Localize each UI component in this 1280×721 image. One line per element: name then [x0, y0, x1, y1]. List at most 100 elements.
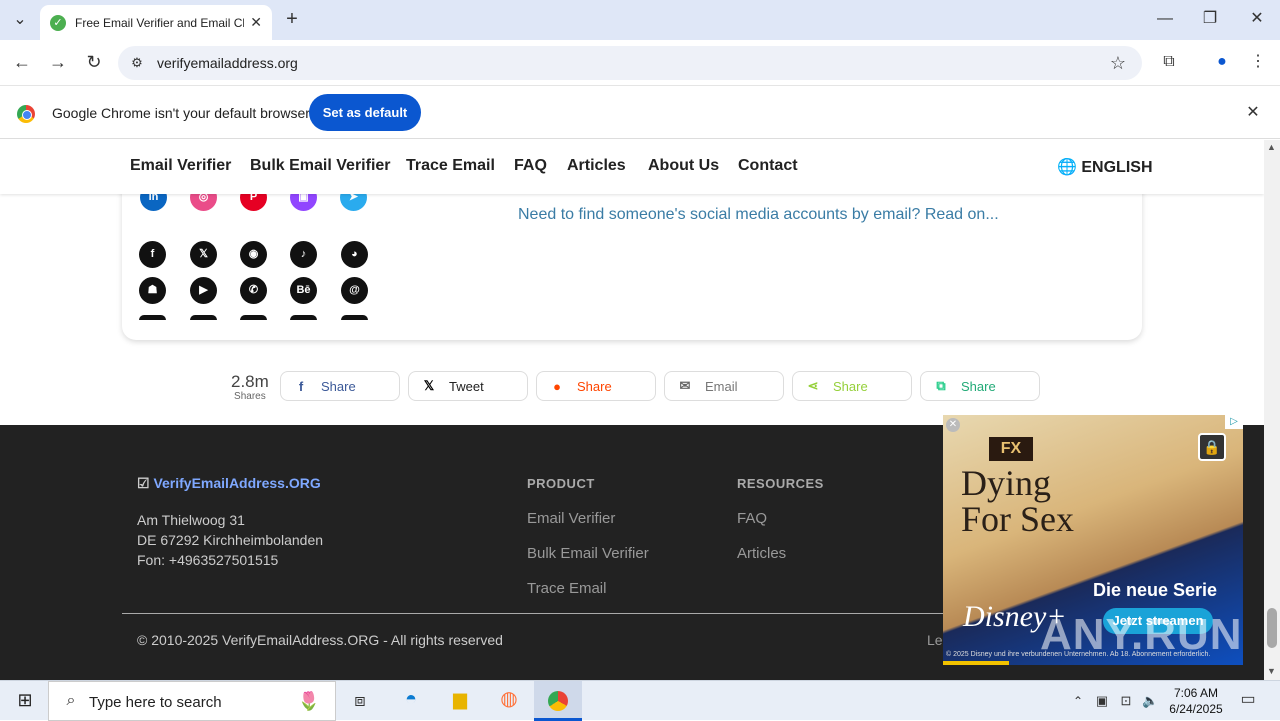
footer-link-faq[interactable]: FAQ [737, 510, 767, 527]
facebook-icon: f [298, 378, 304, 394]
footer-link-articles[interactable]: Articles [737, 545, 786, 562]
snapchat-icon[interactable]: ☗ [139, 277, 166, 304]
notifications-icon[interactable]: ▭ [1238, 690, 1258, 710]
footer-link-trace-email[interactable]: Trace Email [527, 580, 606, 597]
tab-close-icon[interactable]: ✕ [250, 14, 262, 31]
windows-start-icon[interactable]: ⊞ [14, 690, 36, 710]
firefox-icon[interactable]: ◍ [497, 689, 521, 709]
lock-icon: 🔒 [1198, 433, 1226, 461]
file-explorer-icon[interactable]: ▆ [448, 689, 472, 709]
threads-icon[interactable]: @ [341, 277, 368, 304]
reddit-share-button[interactable]: ● Share [536, 371, 656, 401]
read-on-link[interactable]: Need to find someone's social media acco… [518, 206, 999, 224]
chrome-logo-icon [17, 105, 35, 123]
edge-icon[interactable]: ◓ [399, 689, 423, 709]
site-info-icon[interactable]: ⚙ [128, 53, 146, 73]
ad-close-icon[interactable]: ✕ [946, 418, 960, 432]
ad-title-line1: Dying [961, 463, 1051, 503]
url-text[interactable]: verifyemailaddress.org [157, 55, 298, 71]
adchoices-icon[interactable]: ▷ [1225, 415, 1243, 429]
nav-contact[interactable]: Contact [738, 157, 798, 175]
tiktok-icon[interactable]: ♪ [290, 241, 317, 268]
minimize-icon[interactable]: — [1155, 9, 1175, 29]
watermark-logo: ANY.RUN [1040, 610, 1243, 659]
reddit-icon: ● [553, 378, 561, 394]
footer-address-line2: DE 67292 Kirchheimbolanden [137, 532, 324, 548]
social-icon-partial[interactable] [341, 315, 368, 320]
ad-headline: Die neue Serie [1093, 580, 1218, 600]
language-selector[interactable]: 🌐 ENGLISH [1057, 157, 1153, 177]
behance-icon[interactable]: Bē [290, 277, 317, 304]
youtube-icon[interactable]: ▶ [190, 277, 217, 304]
scroll-down-icon[interactable]: ▼ [1267, 666, 1276, 676]
footer-link-email-verifier[interactable]: Email Verifier [527, 510, 615, 527]
nav-articles[interactable]: Articles [567, 157, 626, 175]
footer-copyright: © 2010-2025 VerifyEmailAddress.ORG - All… [137, 632, 503, 648]
close-window-icon[interactable]: ✕ [1247, 9, 1267, 29]
share-button-label: Share [961, 378, 996, 394]
restore-icon[interactable]: ❐ [1200, 9, 1220, 29]
email-icon: ✉ [679, 378, 691, 393]
menu-icon[interactable]: ⋮ [1248, 52, 1268, 72]
browser-tab[interactable]: ✓ Free Email Verifier and Email Ch ✕ [40, 5, 272, 40]
footer-legal-link[interactable]: Le [927, 632, 943, 648]
set-default-button[interactable]: Set as default [309, 94, 421, 131]
profile-icon[interactable]: ● [1211, 52, 1233, 72]
page-scrollbar[interactable]: ▲ ▼ [1264, 140, 1280, 680]
task-view-icon[interactable]: ⧈ [349, 690, 371, 710]
taskbar-search-box[interactable]: ⌕ Type here to search 🌷 [48, 681, 336, 721]
social-icon-partial[interactable] [240, 315, 267, 320]
facebook-share-button[interactable]: f Share [280, 371, 400, 401]
ad-network-logo: FX [989, 437, 1033, 461]
share-icon: ⋖ [807, 378, 819, 393]
social-icon-partial[interactable] [139, 315, 166, 320]
nav-trace-email[interactable]: Trace Email [406, 157, 495, 175]
forward-icon[interactable]: → [47, 52, 69, 72]
nav-email-verifier[interactable]: Email Verifier [130, 157, 231, 175]
nav-about-us[interactable]: About Us [648, 157, 719, 175]
footer-address-line3: Fon: +4963527501515 [137, 552, 279, 568]
tab-title: Free Email Verifier and Email Ch [75, 15, 245, 30]
footer-resources-heading: RESOURCES [737, 476, 824, 491]
nav-bulk-email-verifier[interactable]: Bulk Email Verifier [250, 157, 391, 175]
reload-icon[interactable]: ↻ [83, 52, 105, 72]
tab-search-chevron-icon[interactable]: ⌄ [10, 10, 30, 30]
new-tab-icon[interactable]: + [282, 9, 302, 29]
infobar-text: Google Chrome isn't your default browser [52, 105, 310, 121]
site-favicon-icon: ✓ [50, 14, 66, 31]
search-decoration-icon: 🌷 [297, 691, 321, 711]
footer-brand-text: VerifyEmailAddress.ORG [153, 475, 321, 491]
generic-share-button[interactable]: ⋖ Share [792, 371, 912, 401]
tray-overflow-icon[interactable]: ⌃ [1070, 691, 1086, 711]
copy-share-button[interactable]: ⧉ Share [920, 371, 1040, 401]
clock-date: 6/24/2025 [1169, 702, 1223, 716]
footer-brand[interactable]: ☑ VerifyEmailAddress.ORG [137, 475, 321, 492]
scrollbar-thumb[interactable] [1267, 608, 1277, 648]
language-label: ENGLISH [1081, 159, 1153, 176]
whatsapp-icon[interactable]: ✆ [240, 277, 267, 304]
check-mail-icon: ☑ [137, 475, 150, 491]
nav-faq[interactable]: FAQ [514, 157, 547, 175]
x-share-button[interactable]: 𝕏 Tweet [408, 371, 528, 401]
infobar-close-icon[interactable]: ✕ [1243, 103, 1263, 123]
scroll-up-icon[interactable]: ▲ [1267, 142, 1276, 152]
footer-link-bulk-email-verifier[interactable]: Bulk Email Verifier [527, 545, 649, 562]
x-icon[interactable]: 𝕏 [190, 241, 217, 268]
chrome-taskbar-button[interactable] [534, 681, 582, 721]
social-icon-partial[interactable] [190, 315, 217, 320]
discord-icon[interactable]: ◕ [341, 241, 368, 268]
ad-title: Dying For Sex [961, 465, 1074, 537]
bookmark-star-icon[interactable]: ☆ [1108, 53, 1128, 73]
site-nav: Email Verifier Bulk Email Verifier Trace… [0, 140, 1264, 194]
instagram-icon[interactable]: ◉ [240, 241, 267, 268]
facebook-icon[interactable]: f [139, 241, 166, 268]
extensions-icon[interactable]: ⧉ [1158, 52, 1180, 72]
taskbar-clock[interactable]: 7:06 AM 6/24/2025 [1165, 685, 1227, 717]
volume-icon[interactable]: 🔈 [1142, 691, 1158, 711]
social-icon-partial[interactable] [290, 315, 317, 320]
back-icon[interactable]: ← [11, 52, 33, 72]
tray-device-icon[interactable]: ▣ [1094, 691, 1110, 711]
omnibox[interactable]: ⚙ verifyemailaddress.org ☆ [118, 46, 1142, 80]
email-share-button[interactable]: ✉ Email [664, 371, 784, 401]
network-icon[interactable]: ⊡ [1118, 691, 1134, 711]
